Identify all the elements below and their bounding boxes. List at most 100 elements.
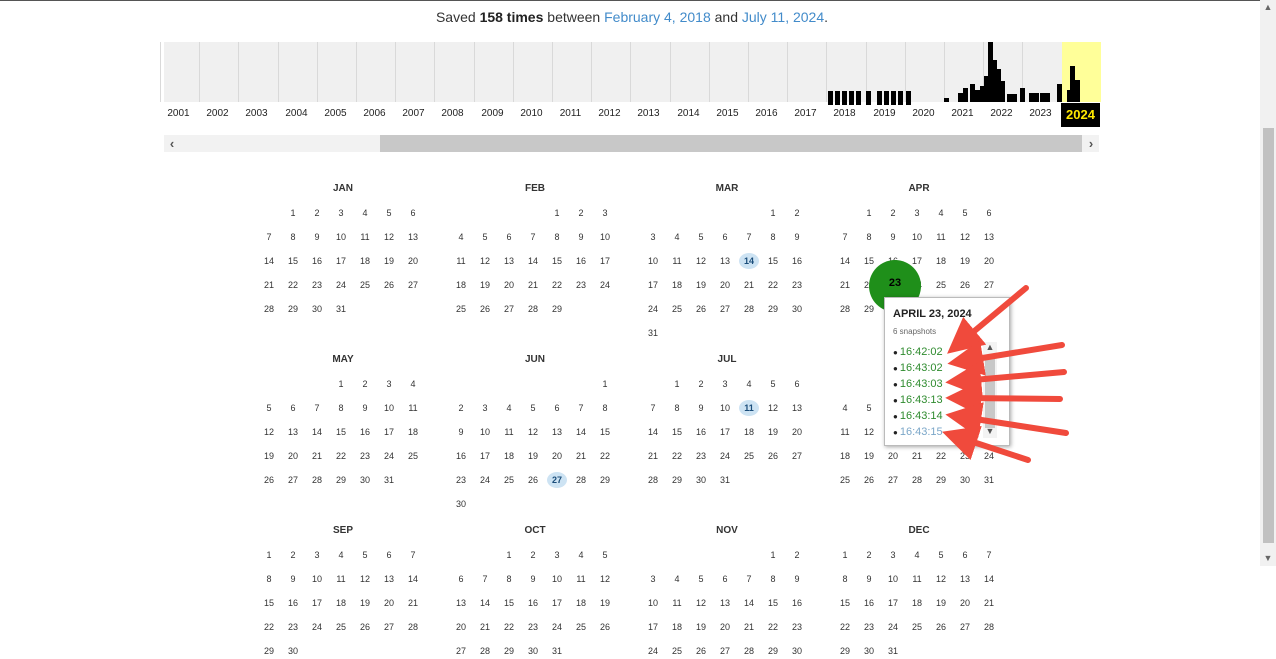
calendar-day: 8 — [842, 574, 848, 584]
calendar-day: 21 — [743, 622, 754, 632]
calendar-day: 24 — [311, 622, 322, 632]
calendar-day: 17 — [887, 598, 898, 608]
calendar-day: 20 — [383, 598, 394, 608]
annotation-arrow-icon — [942, 425, 1031, 463]
calendar-day: 28 — [743, 646, 754, 656]
calendar-day: 20 — [719, 622, 730, 632]
calendar-day: 7 — [746, 574, 752, 584]
calendar-day: 9 — [866, 574, 872, 584]
calendar-day: 12 — [935, 574, 946, 584]
calendar-day: 31 — [887, 646, 898, 656]
calendar-day: 9 — [290, 574, 296, 584]
calendar-day: 16 — [791, 598, 802, 608]
calendar-day: 8 — [770, 574, 776, 584]
calendar-day: 15 — [263, 598, 274, 608]
calendar-day: 27 — [383, 622, 394, 632]
calendar-day: 14 — [407, 574, 418, 584]
calendar-day: 27 — [719, 646, 730, 656]
calendar-day: 26 — [599, 622, 610, 632]
calendar-day: 19 — [599, 598, 610, 608]
calendar-day: 16 — [527, 598, 538, 608]
calendar-day: 21 — [407, 598, 418, 608]
calendar-day: 22 — [263, 622, 274, 632]
calendar-day: 27 — [959, 622, 970, 632]
calendar-day: 19 — [359, 598, 370, 608]
calendar-day: 11 — [912, 574, 922, 584]
calendar-day: 15 — [503, 598, 514, 608]
calendar-day: 6 — [458, 574, 464, 584]
calendar-day: 16 — [287, 598, 298, 608]
calendar-day: 8 — [266, 574, 272, 584]
calendar-day: 26 — [695, 646, 706, 656]
calendar-day: 28 — [983, 622, 994, 632]
calendar-day: 5 — [698, 574, 704, 584]
calendar-day: 12 — [359, 574, 370, 584]
calendar-day: 13 — [719, 598, 730, 608]
calendar-day: 24 — [551, 622, 562, 632]
calendar-day: 6 — [722, 574, 728, 584]
calendar-day: 26 — [935, 622, 946, 632]
calendar-day: 10 — [647, 598, 658, 608]
annotation-arrow-icon — [947, 340, 1065, 376]
calendar-day: 4 — [674, 574, 680, 584]
calendar-day: 12 — [599, 574, 610, 584]
calendar-day: 22 — [503, 622, 514, 632]
calendar-day: 21 — [479, 622, 490, 632]
calendar-day: 23 — [863, 622, 874, 632]
calendar-day: 14 — [479, 598, 490, 608]
calendar-day: 29 — [503, 646, 514, 656]
calendar-day: 29 — [839, 646, 850, 656]
calendar-day: 29 — [767, 646, 778, 656]
calendar-day: 14 — [983, 574, 994, 584]
calendar-day: 12 — [695, 598, 706, 608]
calendar-day: 22 — [767, 622, 778, 632]
annotation-arrow-icon — [947, 285, 1029, 354]
calendar-day: 21 — [983, 598, 994, 608]
calendar-day: 20 — [455, 622, 466, 632]
calendar-day: 23 — [287, 622, 298, 632]
calendar-day: 10 — [551, 574, 562, 584]
calendar-day: 9 — [530, 574, 536, 584]
calendar-day: 7 — [482, 574, 488, 584]
calendar-day: 11 — [336, 574, 346, 584]
calendar-day: 27 — [455, 646, 466, 656]
calendar-day: 3 — [650, 574, 656, 584]
calendar-day: 18 — [335, 598, 346, 608]
annotation-arrows — [942, 285, 1069, 463]
calendar-day: 24 — [887, 622, 898, 632]
calendar-day: 15 — [839, 598, 850, 608]
calendar-day: 28 — [479, 646, 490, 656]
calendar-day: 24 — [647, 646, 658, 656]
calendar-day: 26 — [359, 622, 370, 632]
calendar-day: 25 — [335, 622, 346, 632]
calendar-day: 13 — [383, 574, 394, 584]
calendar-day: 25 — [671, 646, 682, 656]
calendar-day: 20 — [959, 598, 970, 608]
calendar-day: 30 — [527, 646, 538, 656]
calendar-day: 8 — [506, 574, 512, 584]
calendar-day: 18 — [671, 622, 682, 632]
calendar-day: 16 — [863, 598, 874, 608]
annotation-arrow-icon — [945, 402, 1069, 438]
calendar-day: 15 — [767, 598, 778, 608]
calendar-day: 9 — [794, 574, 800, 584]
calendar-day: 11 — [576, 574, 586, 584]
calendar-day: 13 — [455, 598, 466, 608]
calendar-day: 31 — [551, 646, 562, 656]
calendar-day: 23 — [527, 622, 538, 632]
calendar-day: 23 — [791, 622, 802, 632]
calendar-day: 25 — [575, 622, 586, 632]
calendar-day: 29 — [263, 646, 274, 656]
calendar-day: 30 — [791, 646, 802, 656]
calendar-day: 17 — [647, 622, 658, 632]
calendar-day: 10 — [887, 574, 898, 584]
calendar-day: 28 — [407, 622, 418, 632]
calendar-day: 10 — [311, 574, 322, 584]
calendar-day: 14 — [743, 598, 754, 608]
calendar-day: 18 — [911, 598, 922, 608]
calendar-day: 19 — [695, 622, 706, 632]
calendar-day: 30 — [863, 646, 874, 656]
calendar-day: 19 — [935, 598, 946, 608]
calendar-day: 25 — [911, 622, 922, 632]
calendar-day: 18 — [575, 598, 586, 608]
